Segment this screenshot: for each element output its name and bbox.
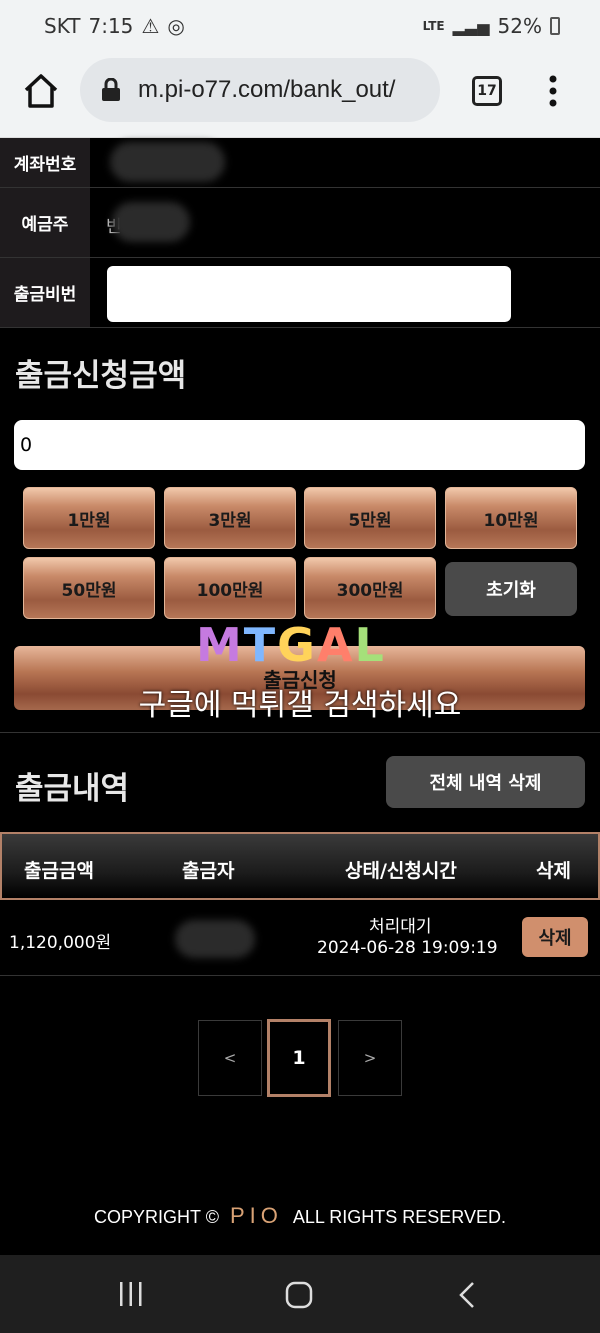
system-nav-bar (0, 1255, 600, 1333)
history-title: 출금내역 (15, 771, 130, 807)
account-holder-redacted (112, 202, 190, 242)
withdraw-password-row: 출금비번 (0, 258, 600, 328)
amount-button-30k[interactable]: 3만원 (164, 487, 296, 549)
network-type: LTE (422, 19, 445, 33)
account-number-label: 계좌번호 (0, 138, 90, 187)
address-bar[interactable]: m.pi-o77.com/bank_out/ (80, 58, 440, 122)
row-time: 2024-06-28 19:09:19 (317, 938, 498, 958)
account-holder-label: 예금주 (0, 188, 90, 257)
browser-toolbar: m.pi-o77.com/bank_out/ 17 (0, 52, 600, 138)
brand-name: PIO (229, 1203, 283, 1228)
reset-button[interactable]: 초기화 (445, 562, 577, 616)
watermark-text: 구글에 먹튀갤 검색하세요 (138, 688, 462, 723)
carrier-label: SKT (44, 14, 81, 38)
pagination-next[interactable]: > (338, 1020, 402, 1096)
table-row: 1,120,000원 처리대기 2024-06-28 19:09:19 삭제 (0, 900, 600, 976)
delete-all-history-button[interactable]: 전체 내역 삭제 (386, 756, 585, 808)
amount-button-100k[interactable]: 10만원 (445, 487, 577, 549)
tab-switcher-button[interactable]: 17 (472, 76, 502, 106)
row-withdrawer-redacted (175, 920, 255, 958)
amount-button-50k[interactable]: 5만원 (304, 487, 436, 549)
clock: 7:15 (88, 14, 134, 38)
status-bar: SKT 7:15 ⚠ ◎ LTE ▂▃▅ 52% (0, 0, 600, 52)
col-status-time: 상태/신청시간 (345, 860, 457, 882)
col-amount: 출금금액 (24, 860, 94, 882)
copyright-prefix: COPYRIGHT © (94, 1207, 219, 1227)
amount-section-title: 출금신청금액 (15, 358, 187, 394)
row-status: 처리대기 (369, 917, 432, 937)
row-delete-button[interactable]: 삭제 (522, 917, 588, 957)
url-text: m.pi-o77.com/bank_out/ (138, 76, 396, 103)
col-withdrawer: 출금자 (182, 860, 235, 882)
account-holder-row: 예금주 빈 (0, 188, 600, 258)
warning-icon: ⚠ (141, 14, 160, 38)
amount-button-1m[interactable]: 100만원 (164, 557, 296, 619)
recent-apps-icon[interactable] (117, 1281, 145, 1307)
account-number-redacted (110, 142, 225, 182)
battery-percent: 52% (497, 14, 542, 38)
copyright-suffix: ALL RIGHTS RESERVED. (292, 1207, 506, 1227)
home-icon[interactable] (22, 72, 60, 110)
amount-button-10k[interactable]: 1만원 (23, 487, 155, 549)
pagination-page-current[interactable]: 1 (267, 1019, 331, 1097)
signal-icon: ▂▃▅ (452, 16, 490, 36)
account-number-row: 계좌번호 (0, 138, 600, 188)
amount-input[interactable]: 0 (14, 420, 585, 470)
pagination-prev[interactable]: < (198, 1020, 262, 1096)
more-menu-icon[interactable] (545, 74, 561, 108)
withdraw-password-label: 출금비번 (0, 258, 90, 327)
section-divider (0, 732, 600, 733)
amount-button-500k[interactable]: 50만원 (23, 557, 155, 619)
amount-button-3m[interactable]: 300만원 (304, 557, 436, 619)
footer-copyright: COPYRIGHT © PIO ALL RIGHTS RESERVED. (0, 1203, 600, 1229)
lock-icon (102, 78, 120, 101)
col-delete: 삭제 (536, 860, 571, 882)
battery-icon (550, 17, 560, 35)
history-table-header: 출금금액 출금자 상태/신청시간 삭제 (0, 832, 600, 900)
withdraw-password-input[interactable] (107, 266, 511, 322)
back-icon[interactable] (457, 1281, 477, 1309)
watermark-logo: MTGAL (196, 618, 386, 672)
home-nav-icon[interactable] (285, 1281, 313, 1309)
row-amount: 1,120,000원 (9, 933, 112, 953)
sync-icon: ◎ (167, 14, 185, 38)
